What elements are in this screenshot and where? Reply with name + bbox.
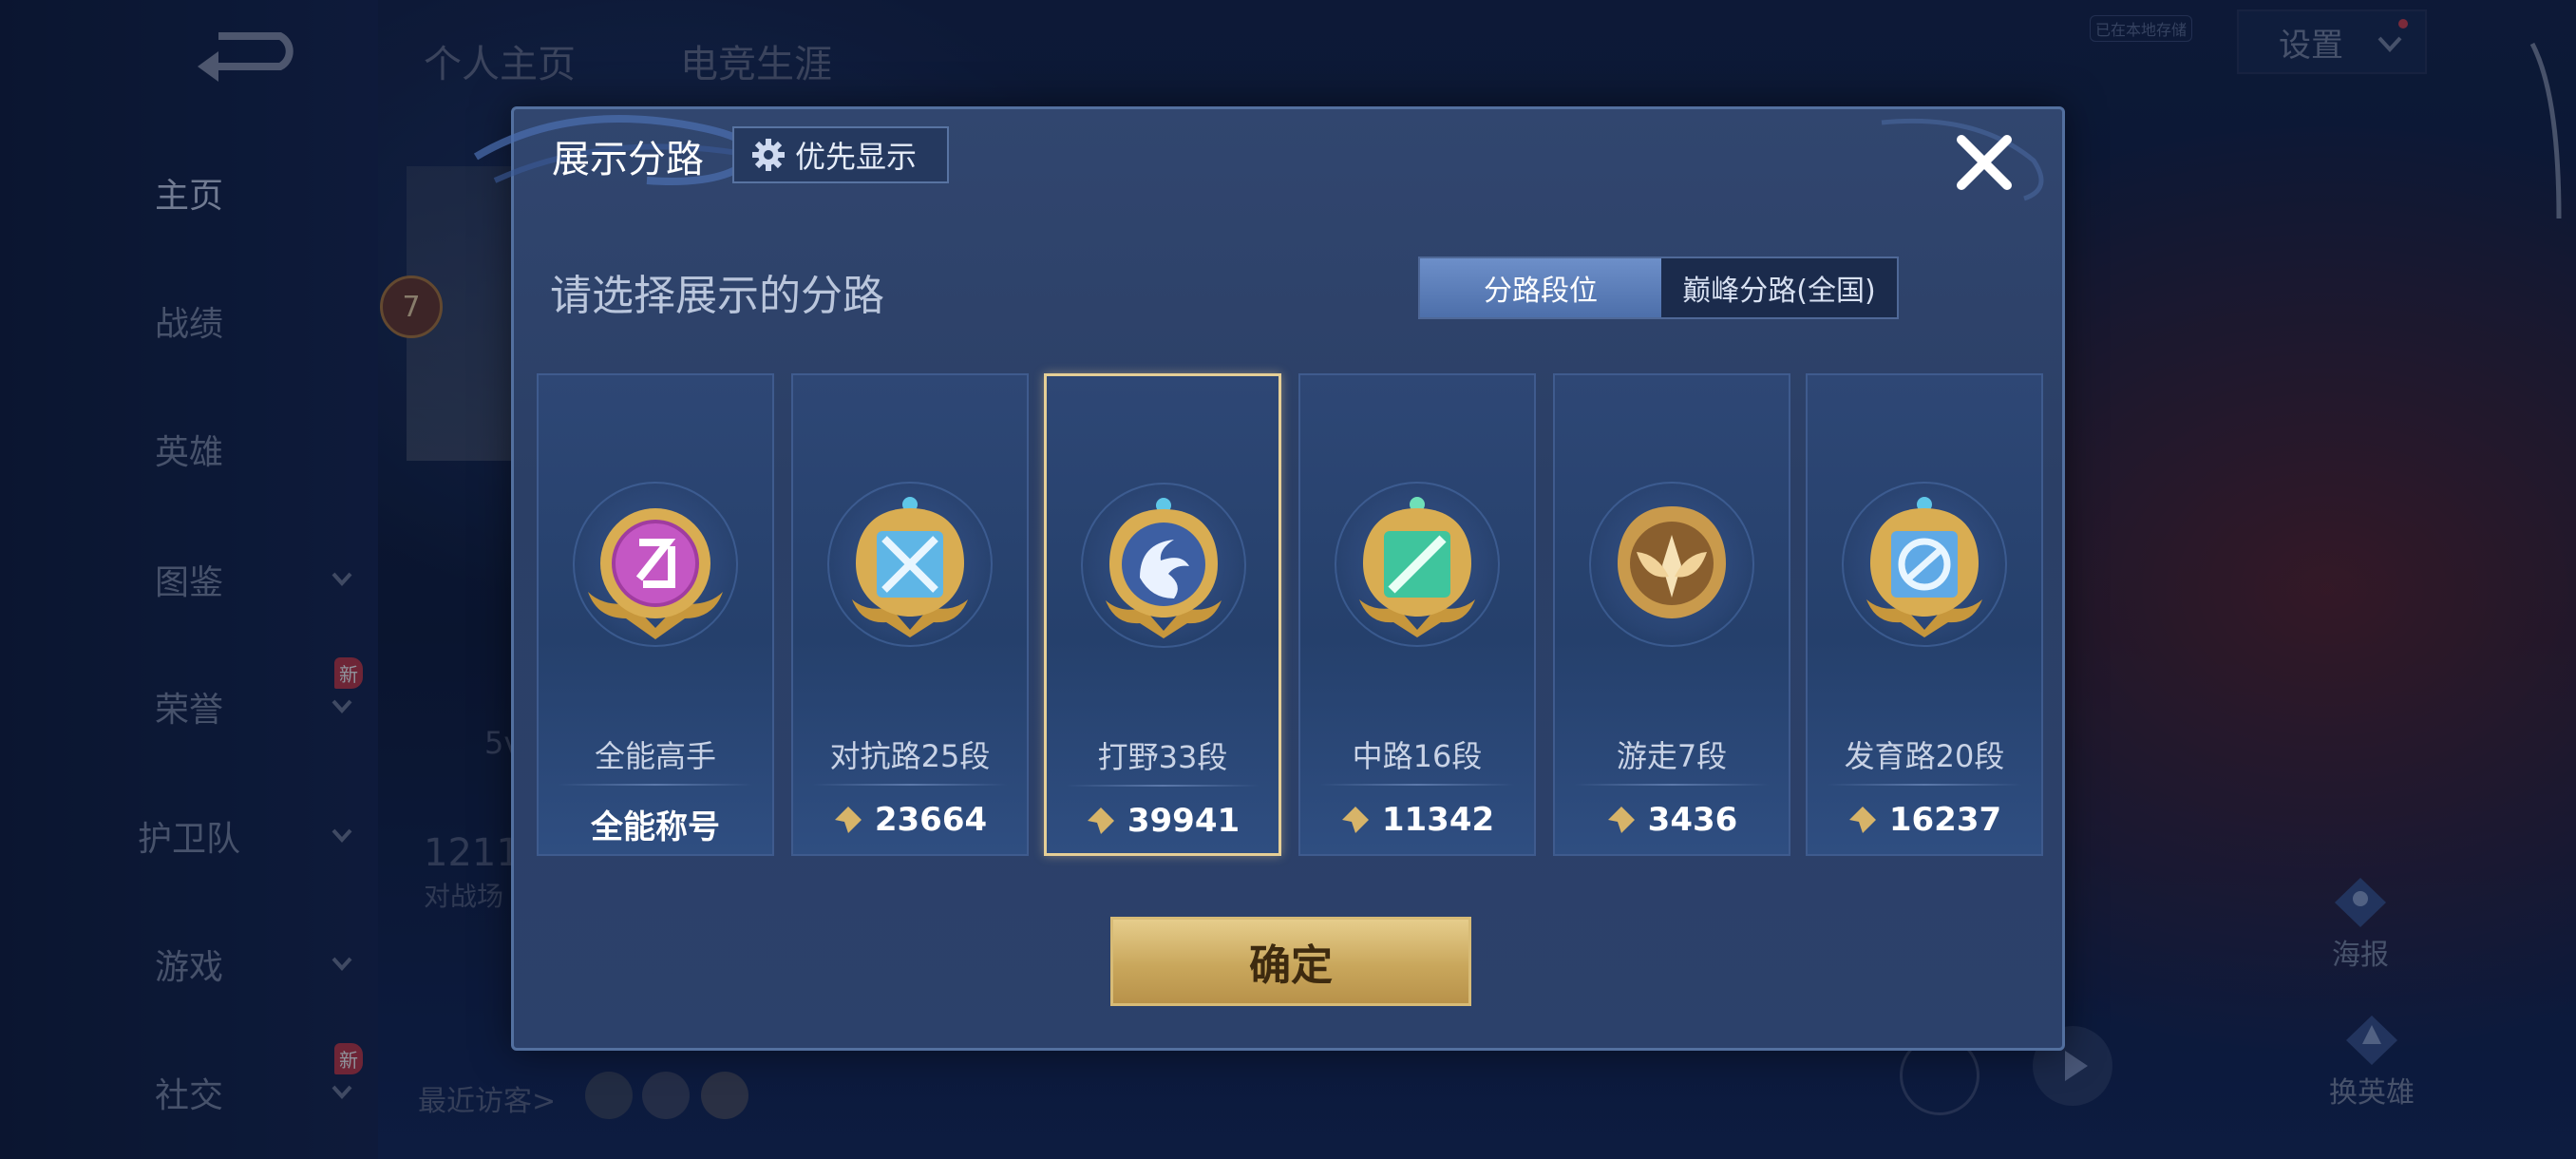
confirm-label: 确定 [1249,941,1333,990]
lane-card-farm[interactable]: 发育路20段 16237 [1806,373,2043,856]
lane-value: 3436 [1555,801,1789,839]
gear-icon [752,139,785,171]
lane-name: 对抗路25段 [829,738,991,774]
lane-value: 全能称号 [539,801,772,847]
dialog-subtitle: 请选择展示的分路 [550,272,884,320]
lane-name: 发育路20段 [1844,738,2005,774]
lane-value-text: 11342 [1381,801,1495,839]
roam-emblem-icon [1618,506,1726,618]
segment-lane-rank[interactable]: 分路段位 [1420,258,1661,317]
lane-value-text: 16237 [1888,801,2002,839]
dialog-title: 展示分路 [552,138,704,181]
jungle-emblem-icon [1106,498,1222,638]
card-divider [1574,784,1770,786]
all-round-emblem-icon [588,508,723,639]
lane-name: 游走7段 [1616,738,1728,774]
points-icon [834,807,862,833]
priority-display-label: 优先显示 [795,139,918,175]
card-divider [1827,784,2022,786]
mid-lane-emblem-icon [1359,497,1475,637]
points-icon [1341,807,1369,833]
farm-lane-emblem-icon [1866,497,1982,637]
lane-name: 打野33段 [1097,739,1228,775]
confirm-button[interactable]: 确定 [1110,917,1471,1006]
lane-card-mid[interactable]: 中路16段 11342 [1298,373,1536,856]
lane-value: 11342 [1300,801,1534,839]
points-icon [1087,808,1114,834]
priority-display-button[interactable]: 优先显示 [732,126,949,183]
points-icon [1848,807,1876,833]
points-icon [1607,807,1635,833]
lane-name: 中路16段 [1352,738,1483,774]
clash-lane-emblem-icon [852,497,968,637]
card-divider [558,784,753,786]
lane-value: 39941 [1047,802,1279,840]
lane-card-all-round[interactable]: 全能高手 全能称号 [537,373,774,856]
close-icon[interactable] [1950,128,2018,197]
card-divider [812,784,1008,786]
lane-card-roam[interactable]: 游走7段 3436 [1553,373,1790,856]
lane-value-text: 23664 [874,801,988,839]
lane-value: 16237 [1808,801,2041,839]
card-divider [1319,784,1515,786]
lane-value-text: 全能称号 [591,808,720,846]
lane-display-dialog: 展示分路 优先显示 请选择展示的分路 分路段位 巅峰分路(全国) 全能高手 全能… [473,106,2065,1051]
lane-value: 23664 [793,801,1027,839]
segment-peak-lane[interactable]: 巅峰分路(全国) [1661,258,1897,317]
lane-card-clash[interactable]: 对抗路25段 23664 [791,373,1029,856]
lane-value-text: 39941 [1127,802,1241,840]
lane-card-jungle[interactable]: 打野33段 39941 [1044,373,1281,856]
lane-value-text: 3436 [1647,801,1738,839]
lane-name: 全能高手 [594,738,716,774]
lane-mode-switch: 分路段位 巅峰分路(全国) [1418,256,1899,319]
card-divider [1066,785,1260,787]
